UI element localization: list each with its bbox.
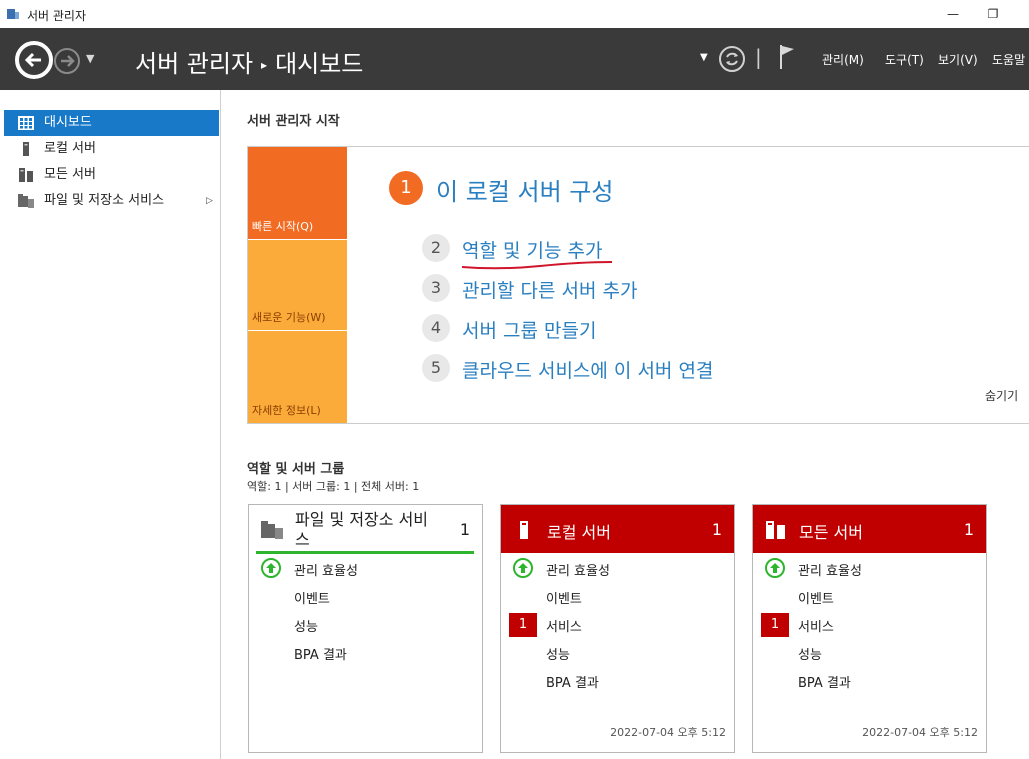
sidebar-item-label: 대시보드: [44, 115, 92, 130]
tile-label: 새로운 기능(W): [252, 311, 326, 324]
step-link[interactable]: 서버 그룹 만들기: [462, 316, 596, 343]
welcome-section-title: 서버 관리자 시작: [247, 114, 340, 129]
breadcrumb-root[interactable]: 서버 관리자: [135, 50, 253, 78]
card-local-server[interactable]: 로컬 서버 1 관리 효율성 이벤트 1 서비스 성능 BPA 결과 2022-…: [500, 504, 735, 753]
server-icon: [520, 521, 528, 539]
breadcrumb-current: 대시보드: [275, 50, 364, 78]
breadcrumb-separator-icon: ▸: [261, 58, 268, 72]
sidebar: 대시보드 로컬 서버 모든 서버 파일 및 저장소 서비스 ▷: [0, 90, 221, 759]
refresh-icon: [726, 52, 738, 66]
step-number: 5: [422, 354, 450, 382]
services-alert-badge: 1: [509, 613, 537, 637]
sidebar-item-local-server[interactable]: 로컬 서버: [4, 136, 219, 162]
card-row-bpa[interactable]: BPA 결과: [798, 672, 851, 691]
minimize-button[interactable]: —: [942, 4, 964, 24]
welcome-panel: 빠른 시작(Q) 새로운 기능(W) 자세한 정보(L) 1 이 로컬 서버 구…: [247, 146, 1029, 424]
breadcrumb: 서버 관리자 ▸ 대시보드: [135, 44, 363, 79]
card-header[interactable]: 파일 및 저장소 서비 스 1: [249, 505, 482, 553]
step-link[interactable]: 관리할 다른 서버 추가: [462, 276, 637, 303]
card-row-manageability[interactable]: 관리 효율성: [294, 560, 358, 579]
back-button[interactable]: [15, 41, 53, 79]
dashboard-icon: [18, 116, 34, 130]
tile-whats-new[interactable]: 새로운 기능(W): [248, 240, 347, 330]
sidebar-item-label: 로컬 서버: [44, 141, 96, 156]
sidebar-item-dashboard[interactable]: 대시보드: [4, 110, 219, 136]
ok-arrow-up-icon: [513, 558, 533, 578]
folder-icon: [261, 521, 283, 539]
title-bar: 서버 관리자 — ❐: [0, 0, 1029, 28]
card-file-storage[interactable]: 파일 및 저장소 서비 스 1 관리 효율성 이벤트 성능 BPA 결과: [248, 504, 483, 753]
sidebar-item-label: 파일 및 저장소 서비스: [44, 193, 165, 208]
card-title: 파일 및 저장소 서비 스: [295, 510, 445, 550]
tile-quick-start[interactable]: 빠른 시작(Q): [248, 147, 347, 239]
card-row-manageability[interactable]: 관리 효율성: [798, 560, 862, 579]
server-icon: [23, 142, 29, 156]
card-row-performance[interactable]: 성능: [798, 644, 822, 663]
tile-learn-more[interactable]: 자세한 정보(L): [248, 331, 347, 423]
status-bar: [256, 551, 474, 554]
refresh-button[interactable]: [719, 46, 745, 72]
card-header[interactable]: 로컬 서버 1: [501, 505, 734, 553]
card-title: 로컬 서버: [547, 523, 611, 542]
tile-label: 자세한 정보(L): [252, 404, 321, 417]
card-header[interactable]: 모든 서버 1: [753, 505, 986, 553]
servers-icon: [19, 168, 33, 182]
card-row-events[interactable]: 이벤트: [798, 588, 834, 607]
step-number: 3: [422, 274, 450, 302]
card-timestamp: 2022-07-04 오후 5:12: [610, 726, 726, 739]
ok-arrow-up-icon: [765, 558, 785, 578]
forward-button[interactable]: [54, 48, 80, 74]
servers-icon: [766, 521, 785, 539]
handwritten-underline: [461, 261, 613, 270]
step-number: 2: [422, 234, 450, 262]
card-title-line: 파일 및 저장소 서비: [295, 510, 429, 529]
services-alert-badge: 1: [761, 613, 789, 637]
expand-arrow-icon[interactable]: ▷: [206, 188, 213, 214]
sidebar-item-label: 모든 서버: [44, 167, 96, 182]
header-dropdown-icon[interactable]: ▼: [700, 52, 708, 63]
menu-view[interactable]: 보기(V): [938, 51, 978, 68]
card-row-manageability[interactable]: 관리 효율성: [546, 560, 610, 579]
step-number: 4: [422, 314, 450, 342]
card-row-services[interactable]: 서비스: [798, 616, 834, 635]
menu-help[interactable]: 도움말: [992, 51, 1025, 68]
window-title: 서버 관리자: [27, 9, 87, 23]
card-row-services[interactable]: 서비스: [546, 616, 582, 635]
card-row-performance[interactable]: 성능: [294, 616, 318, 635]
card-title: 모든 서버: [799, 523, 863, 542]
server-manager-icon: [7, 9, 19, 19]
menu-tools[interactable]: 도구(T): [885, 51, 924, 68]
card-row-events[interactable]: 이벤트: [546, 588, 582, 607]
card-count: 1: [459, 520, 470, 539]
step-link[interactable]: 클라우드 서비스에 이 서버 연결: [462, 356, 713, 383]
roles-groups-title: 역할 및 서버 그룹: [247, 462, 345, 477]
header-divider: |: [755, 45, 762, 69]
card-count: 1: [963, 520, 974, 539]
roles-groups-counts: 역할: 1 | 서버 그룹: 1 | 전체 서버: 1: [247, 480, 420, 493]
dashboard-main: 서버 관리자 시작 빠른 시작(Q) 새로운 기능(W) 자세한 정보(L) 1…: [222, 90, 1029, 759]
arrow-right-icon: [61, 55, 75, 67]
card-title-line: 스: [295, 530, 310, 549]
card-row-bpa[interactable]: BPA 결과: [294, 644, 347, 663]
card-timestamp: 2022-07-04 오후 5:12: [862, 726, 978, 739]
arrow-left-icon: [19, 45, 49, 75]
card-row-performance[interactable]: 성능: [546, 644, 570, 663]
tile-label: 빠른 시작(Q): [252, 220, 314, 233]
restore-button[interactable]: ❐: [982, 4, 1004, 24]
sidebar-item-all-servers[interactable]: 모든 서버: [4, 162, 219, 188]
card-count: 1: [711, 520, 722, 539]
notifications-flag-icon[interactable]: [778, 43, 796, 71]
hide-welcome-link[interactable]: 숨기기: [985, 387, 1018, 404]
sidebar-item-file-storage[interactable]: 파일 및 저장소 서비스 ▷: [4, 188, 219, 214]
folder-icon: [18, 194, 34, 208]
header-bar: ▼ 서버 관리자 ▸ 대시보드 ▼ | 관리(M) 도구(T) 보기(V) 도움말: [0, 28, 1029, 90]
step-number: 1: [389, 171, 423, 205]
card-row-bpa[interactable]: BPA 결과: [546, 672, 599, 691]
nav-history-dropdown-icon[interactable]: ▼: [86, 52, 94, 65]
ok-arrow-up-icon: [261, 558, 281, 578]
card-all-servers[interactable]: 모든 서버 1 관리 효율성 이벤트 1 서비스 성능 BPA 결과 2022-…: [752, 504, 987, 753]
step-link[interactable]: 이 로컬 서버 구성: [436, 172, 613, 207]
card-row-events[interactable]: 이벤트: [294, 588, 330, 607]
menu-manage[interactable]: 관리(M): [822, 51, 864, 68]
